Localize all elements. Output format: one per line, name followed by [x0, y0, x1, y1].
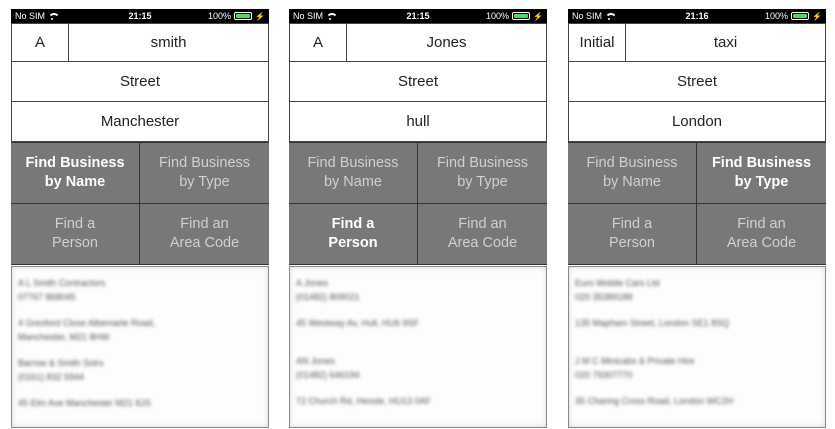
- result-line[interactable]: (01482) 809021: [296, 290, 540, 304]
- wifi-icon: [605, 12, 618, 20]
- result-line[interactable]: 35 Charing Cross Road, London WC2H: [575, 394, 819, 408]
- battery-percent: 100%: [765, 11, 789, 21]
- name-row: Initial taxi: [568, 23, 826, 62]
- result-line[interactable]: A L Smith Contractors: [18, 276, 262, 290]
- find-business-by-name-button[interactable]: Find Business by Name: [568, 143, 696, 203]
- town-field[interactable]: hull: [289, 102, 547, 142]
- carrier-label: No SIM: [15, 11, 46, 21]
- phone-screen-1: No SIM 21:15 100% ⚡ A smith Street Manche…: [11, 9, 269, 429]
- find-person-button[interactable]: Find a Person: [289, 204, 417, 264]
- result-line[interactable]: Manchester, M21 8HW: [18, 330, 262, 344]
- carrier-label: No SIM: [293, 11, 324, 21]
- results-list[interactable]: A Jones (01482) 809021 45 Westway Av, Hu…: [289, 266, 547, 428]
- carrier-label: No SIM: [572, 11, 603, 21]
- status-bar: No SIM 21:15 100% ⚡: [11, 9, 269, 23]
- result-line[interactable]: 020 35389188: [575, 290, 819, 304]
- result-line[interactable]: Barrow & Smith Solrs: [18, 356, 262, 370]
- search-type-grid: Find Business by Name Find Business by T…: [11, 142, 269, 265]
- find-business-by-name-button[interactable]: Find Business by Name: [11, 143, 139, 203]
- result-line[interactable]: (0161) 832 5944: [18, 370, 262, 384]
- battery-icon: [791, 12, 810, 20]
- charging-icon: ⚡: [533, 11, 543, 21]
- battery-icon: [512, 12, 531, 20]
- wifi-icon: [326, 12, 339, 20]
- result-line[interactable]: (01482) 646194: [296, 368, 540, 382]
- status-bar: No SIM 21:16 100% ⚡: [568, 9, 826, 23]
- search-type-grid: Find Business by Name Find Business by T…: [289, 142, 547, 265]
- find-business-by-type-button[interactable]: Find Business by Type: [697, 143, 826, 203]
- result-line[interactable]: A Jones: [296, 276, 540, 290]
- result-line[interactable]: 45 Westway Av, Hull, HU6 9SF: [296, 316, 540, 330]
- find-area-code-button[interactable]: Find an Area Code: [697, 204, 826, 264]
- result-line[interactable]: 4 Gresford Close Albemarle Road,: [18, 316, 262, 330]
- result-line[interactable]: 020 79307770: [575, 368, 819, 382]
- find-business-by-type-button[interactable]: Find Business by Type: [418, 143, 547, 203]
- status-bar: No SIM 21:15 100% ⚡: [289, 9, 547, 23]
- phone-screen-2: No SIM 21:15 100% ⚡ A Jones Street hull F…: [289, 9, 547, 429]
- name-row: A smith: [11, 23, 269, 62]
- initial-field[interactable]: Initial: [569, 24, 626, 61]
- name-field[interactable]: Jones: [347, 24, 546, 61]
- find-person-button[interactable]: Find a Person: [568, 204, 696, 264]
- result-line[interactable]: 72 Church Rd, Hessle, HU13 0AF: [296, 394, 540, 408]
- street-field[interactable]: Street: [568, 62, 826, 102]
- find-area-code-button[interactable]: Find an Area Code: [140, 204, 269, 264]
- result-line[interactable]: 07767 868045: [18, 290, 262, 304]
- result-line[interactable]: AN Jones: [296, 354, 540, 368]
- wifi-icon: [48, 12, 61, 20]
- name-field[interactable]: taxi: [626, 24, 825, 61]
- initial-field[interactable]: A: [12, 24, 69, 61]
- find-business-by-type-button[interactable]: Find Business by Type: [140, 143, 269, 203]
- charging-icon: ⚡: [812, 11, 822, 21]
- name-row: A Jones: [289, 23, 547, 62]
- results-list[interactable]: A L Smith Contractors 07767 868045 4 Gre…: [11, 266, 269, 428]
- phone-screen-3: No SIM 21:16 100% ⚡ Initial taxi Street L…: [568, 9, 826, 429]
- result-line[interactable]: Euro Mobile Cars Ltd: [575, 276, 819, 290]
- find-person-button[interactable]: Find a Person: [11, 204, 139, 264]
- charging-icon: ⚡: [255, 11, 265, 21]
- battery-percent: 100%: [486, 11, 510, 21]
- name-field[interactable]: smith: [69, 24, 268, 61]
- battery-icon: [234, 12, 253, 20]
- battery-percent: 100%: [208, 11, 232, 21]
- street-field[interactable]: Street: [289, 62, 547, 102]
- find-business-by-name-button[interactable]: Find Business by Name: [289, 143, 417, 203]
- find-area-code-button[interactable]: Find an Area Code: [418, 204, 547, 264]
- initial-field[interactable]: A: [290, 24, 347, 61]
- street-field[interactable]: Street: [11, 62, 269, 102]
- town-field[interactable]: London: [568, 102, 826, 142]
- result-line[interactable]: J M C Minicabs & Private Hire: [575, 354, 819, 368]
- result-line[interactable]: 135 Mapham Street, London SE1 8SQ: [575, 316, 819, 330]
- results-list[interactable]: Euro Mobile Cars Ltd 020 35389188 135 Ma…: [568, 266, 826, 428]
- town-field[interactable]: Manchester: [11, 102, 269, 142]
- result-line[interactable]: 45 Elm Ave Manchester M21 8JS: [18, 396, 262, 410]
- search-type-grid: Find Business by Name Find Business by T…: [568, 142, 826, 265]
